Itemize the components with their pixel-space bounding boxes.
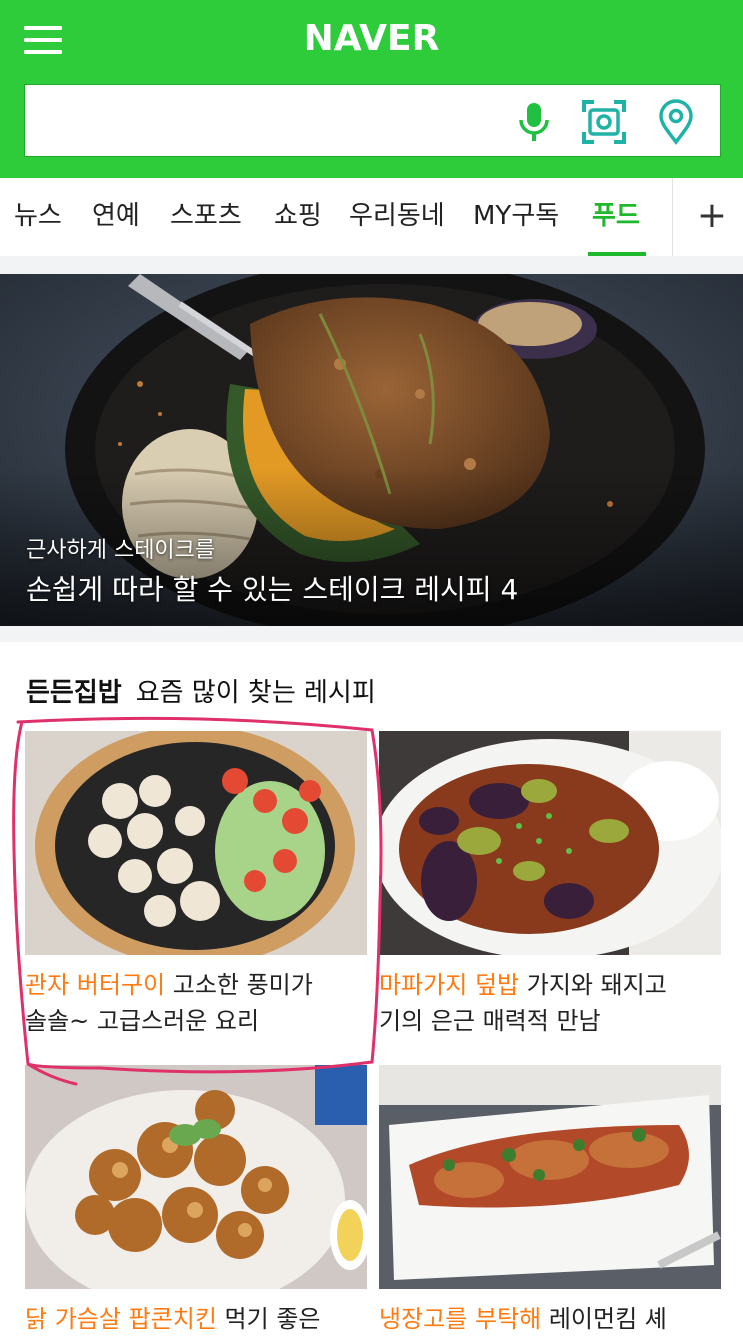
search-input[interactable] (39, 99, 503, 145)
hero-title[interactable]: 손쉽게 따라 할 수 있는 스테이크 레시피 4 (26, 568, 518, 608)
tab-sports[interactable]: 스포츠 (170, 178, 242, 256)
location-pin-icon[interactable] (653, 99, 699, 145)
recipe-desc-line1: 고소한 풍미가 (165, 971, 313, 999)
lens-icon[interactable] (581, 99, 627, 145)
recipe-image (379, 731, 721, 955)
top-header: NAVER (0, 0, 743, 178)
tab-shopping[interactable]: 쇼핑 (274, 178, 322, 256)
recipe-desc-line1: 가지와 돼지고 (519, 971, 667, 999)
section-header: 든든집밥 요즘 많이 찾는 레시피 (26, 672, 376, 709)
section-spacer (0, 626, 743, 642)
recipe-image (25, 731, 367, 955)
tab-my-subscription[interactable]: MY구독 (473, 178, 559, 256)
recipe-title: 닭 가슴살 팝콘치킨 (25, 1305, 217, 1333)
recipe-caption: 닭 가슴살 팝콘치킨 먹기 좋은 (25, 1301, 367, 1337)
tab-news[interactable]: 뉴스 (14, 178, 62, 256)
hero-subtitle: 근사하게 스테이크를 (26, 538, 216, 563)
recipe-title: 관자 버터구이 (25, 971, 166, 999)
add-tab-button[interactable]: + (690, 178, 734, 256)
category-tabs: 뉴스 연예 스포츠 쇼핑 우리동네 MY구독 푸드 + (0, 178, 743, 257)
section-title: 든든집밥 (26, 678, 122, 708)
section-spacer (0, 256, 743, 274)
tab-entertainment[interactable]: 연예 (92, 178, 140, 256)
recipe-desc-line2: 솔솔~ 고급스러운 요리 (25, 1007, 260, 1035)
recipe-image (25, 1065, 367, 1289)
recipe-caption: 관자 버터구이 고소한 풍미가 솔솔~ 고급스러운 요리 (25, 967, 367, 1039)
recipe-desc-line2: 기의 은근 매력적 만남 (379, 1007, 601, 1035)
nav-divider (672, 178, 673, 256)
recipe-desc-line1: 먹기 좋은 (216, 1305, 321, 1333)
recipe-title: 마파가지 덮밥 (379, 971, 520, 999)
recipe-desc-line1: 레이먼킴 셰 (541, 1305, 667, 1333)
microphone-icon[interactable] (511, 99, 557, 145)
tab-food[interactable]: 푸드 (588, 178, 646, 256)
recipe-caption: 냉장고를 부탁해 레이먼킴 셰 (379, 1301, 721, 1337)
recipe-image (379, 1065, 721, 1289)
section-subtitle: 요즘 많이 찾는 레시피 (135, 678, 376, 708)
tab-neighborhood[interactable]: 우리동네 (349, 178, 445, 256)
recipe-caption: 마파가지 덮밥 가지와 돼지고 기의 은근 매력적 만남 (379, 967, 721, 1039)
search-box[interactable] (24, 84, 721, 157)
naver-logo[interactable]: NAVER (0, 18, 743, 59)
recipe-title: 냉장고를 부탁해 (379, 1305, 542, 1333)
